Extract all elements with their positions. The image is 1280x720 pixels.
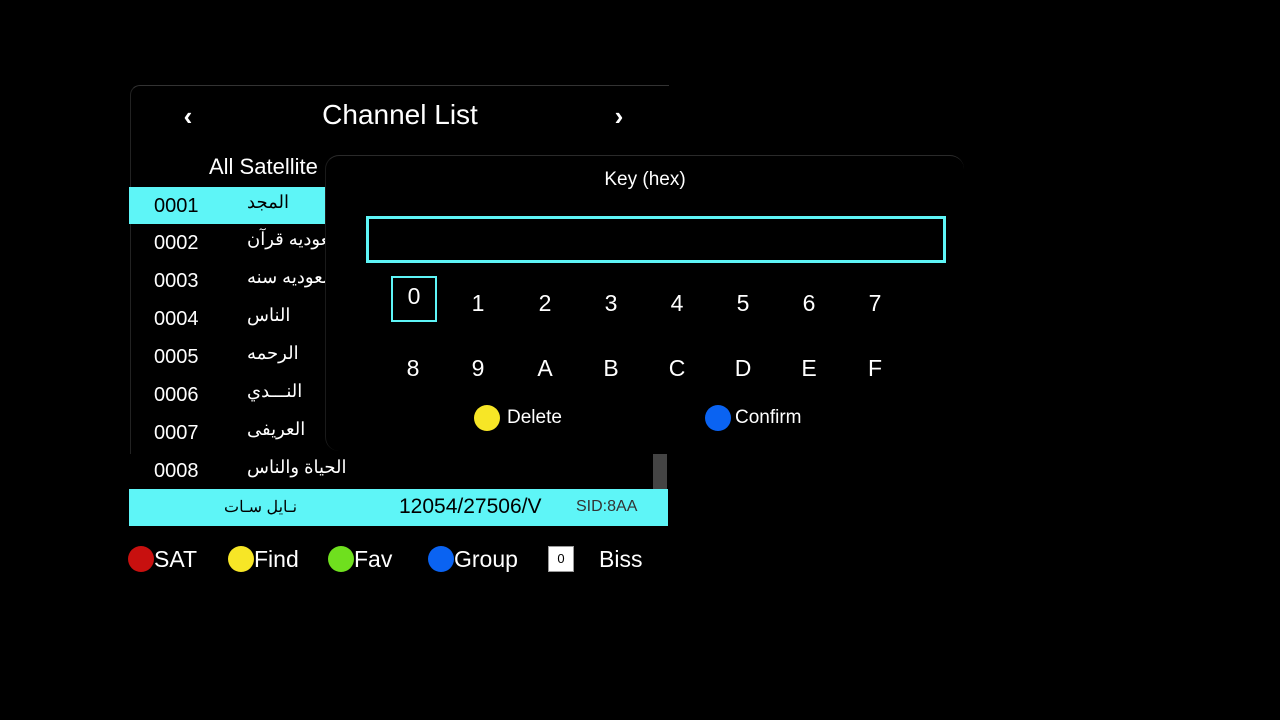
fav-label: Fav bbox=[354, 545, 393, 572]
group-button[interactable]: Group bbox=[428, 541, 518, 577]
confirm-label: Confirm bbox=[735, 407, 802, 428]
satellite-group-label: All Satellite bbox=[209, 154, 318, 179]
channel-name: النـــدي bbox=[247, 381, 303, 401]
find-label: Find bbox=[254, 545, 299, 572]
yellow-dot-icon bbox=[474, 405, 500, 431]
biss-button[interactable]: 0 Biss bbox=[548, 541, 642, 577]
channel-name: الناس bbox=[247, 305, 291, 325]
channel-name: العريفى bbox=[247, 419, 306, 439]
service-id: SID:8AA bbox=[576, 498, 638, 515]
key-e[interactable]: E bbox=[787, 346, 831, 390]
channel-number: 0005 bbox=[154, 346, 199, 368]
channel-name: المجد bbox=[247, 192, 289, 212]
key-1[interactable]: 1 bbox=[456, 281, 500, 325]
key-b[interactable]: B bbox=[589, 346, 633, 390]
channel-number: 0004 bbox=[154, 308, 199, 330]
sat-button[interactable]: SAT bbox=[128, 541, 197, 577]
key-d[interactable]: D bbox=[721, 346, 765, 390]
key-a[interactable]: A bbox=[523, 346, 567, 390]
channel-name: الرحمه bbox=[247, 343, 299, 363]
channel-number: 0007 bbox=[154, 422, 199, 444]
key-f[interactable]: F bbox=[853, 346, 897, 390]
key-4[interactable]: 4 bbox=[655, 281, 699, 325]
sat-label: SAT bbox=[154, 545, 198, 572]
key-0[interactable]: 0 bbox=[391, 276, 437, 322]
zero-key-icon: 0 bbox=[548, 546, 574, 572]
fav-button[interactable]: Fav bbox=[328, 541, 392, 577]
key-9[interactable]: 9 bbox=[456, 346, 500, 390]
scrollbar-thumb[interactable] bbox=[653, 454, 667, 490]
transponder-info-bar: نـايل سـات 12054/27506/V SID:8AA bbox=[129, 489, 668, 526]
frequency-info: 12054/27506/V bbox=[399, 495, 542, 518]
red-dot-icon bbox=[128, 546, 154, 572]
channel-row[interactable]: 0008 الحياة والناس bbox=[129, 452, 669, 490]
chevron-right-icon[interactable]: › bbox=[607, 100, 631, 132]
dialog-title: Key (hex) bbox=[604, 169, 686, 190]
page-title: Channel List bbox=[322, 99, 478, 130]
satellite-name: نـايل سـات bbox=[224, 499, 298, 516]
key-c[interactable]: C bbox=[655, 346, 699, 390]
delete-label: Delete bbox=[507, 407, 562, 428]
channel-name: الحياة والناس bbox=[247, 457, 347, 477]
find-button[interactable]: Find bbox=[228, 541, 299, 577]
biss-label: Biss bbox=[599, 545, 643, 572]
group-label: Group bbox=[454, 545, 518, 572]
key-6[interactable]: 6 bbox=[787, 281, 831, 325]
channel-number: 0002 bbox=[154, 232, 199, 254]
delete-button[interactable]: Delete bbox=[474, 403, 562, 433]
key-8[interactable]: 8 bbox=[391, 346, 435, 390]
key-3[interactable]: 3 bbox=[589, 281, 633, 325]
yellow-dot-icon bbox=[228, 546, 254, 572]
key-5[interactable]: 5 bbox=[721, 281, 765, 325]
channel-number: 0006 bbox=[154, 384, 199, 406]
key-2[interactable]: 2 bbox=[523, 281, 567, 325]
key-7[interactable]: 7 bbox=[853, 281, 897, 325]
color-key-footer: SAT Find Fav Group 0 Biss bbox=[128, 541, 688, 577]
green-dot-icon bbox=[328, 546, 354, 572]
hex-key-input[interactable] bbox=[366, 216, 946, 263]
channel-number: 0008 bbox=[154, 460, 199, 482]
channel-number: 0001 bbox=[154, 195, 199, 217]
confirm-button[interactable]: Confirm bbox=[705, 403, 802, 433]
channel-number: 0003 bbox=[154, 270, 199, 292]
blue-dot-icon bbox=[428, 546, 454, 572]
blue-dot-icon bbox=[705, 405, 731, 431]
hex-key-dialog: Key (hex) 0 1 2 3 4 5 6 7 8 9 A B C D E … bbox=[325, 155, 964, 451]
channel-list-header: ‹ Channel List › bbox=[131, 86, 669, 146]
